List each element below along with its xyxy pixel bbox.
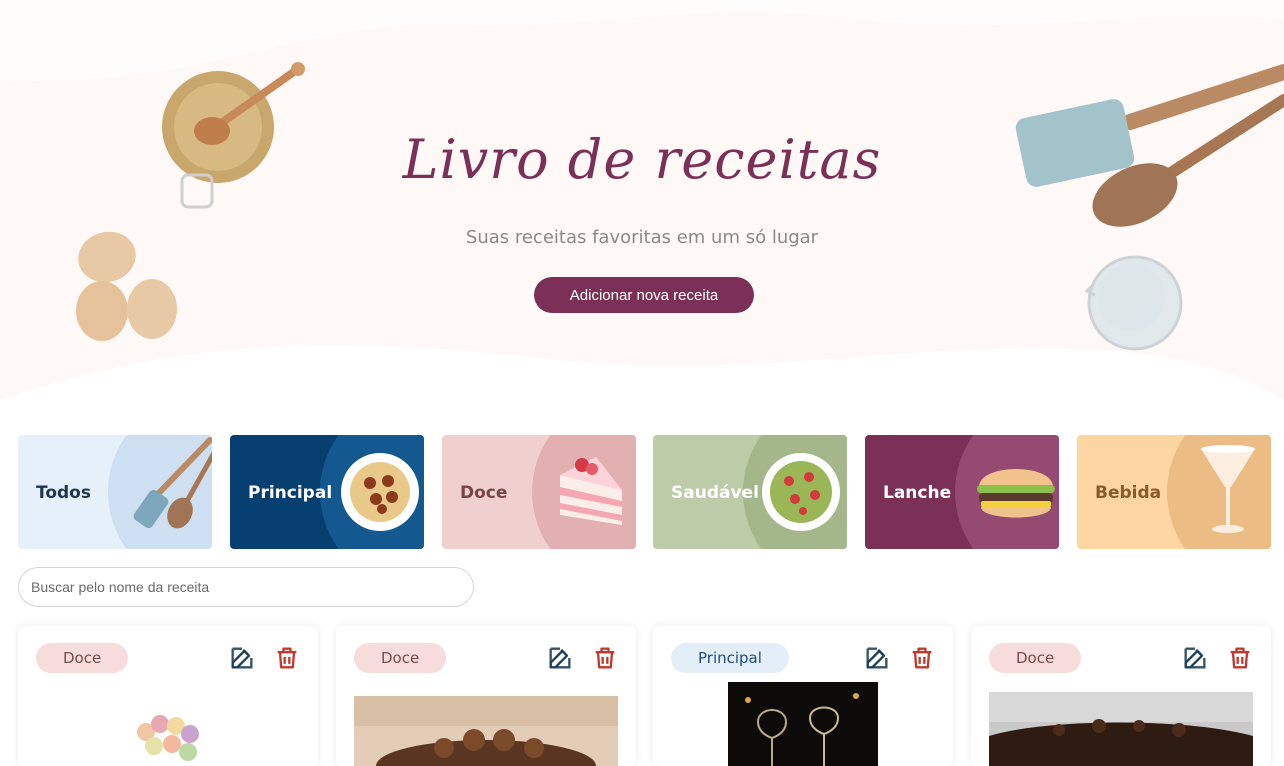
recipe-photo bbox=[354, 696, 618, 766]
recipe-card[interactable]: Doce bbox=[336, 626, 636, 766]
page-title: Livro de receitas bbox=[402, 128, 882, 191]
category-badge: Doce bbox=[36, 643, 129, 673]
page-subtitle: Suas receitas favoritas em um só lugar bbox=[465, 227, 819, 248]
category-label: Lanche bbox=[883, 483, 952, 503]
category-filter-list: Todos Principal Doce Saudável Lanche Beb… bbox=[18, 435, 1271, 549]
cocktail-icon bbox=[1201, 445, 1255, 533]
edit-icon[interactable] bbox=[228, 644, 256, 672]
search-input[interactable] bbox=[18, 567, 474, 607]
category-card-todos[interactable]: Todos bbox=[18, 435, 212, 549]
category-card-doce[interactable]: Doce bbox=[442, 435, 636, 549]
recipe-card[interactable]: Principal bbox=[653, 626, 953, 766]
recipe-card[interactable]: Doce bbox=[18, 626, 318, 766]
category-card-saudavel[interactable]: Saudável bbox=[653, 435, 847, 549]
category-card-lanche[interactable]: Lanche bbox=[865, 435, 1059, 549]
glass-bowl-icon bbox=[1085, 255, 1183, 351]
recipe-card-list: Doce Doce Principal Doce bbox=[18, 626, 1271, 766]
category-card-principal[interactable]: Principal bbox=[230, 435, 424, 549]
burger-icon bbox=[977, 469, 1055, 518]
category-label: Todos bbox=[36, 483, 91, 503]
recipe-photo bbox=[728, 682, 878, 766]
recipe-photo bbox=[989, 692, 1253, 766]
category-label: Bebida bbox=[1095, 483, 1162, 503]
edit-icon[interactable] bbox=[1181, 644, 1209, 672]
recipe-photo bbox=[118, 696, 228, 766]
category-badge: Principal bbox=[671, 643, 789, 673]
trash-icon[interactable] bbox=[273, 644, 301, 672]
category-badge: Doce bbox=[989, 643, 1082, 673]
trash-icon[interactable] bbox=[1226, 644, 1254, 672]
category-card-bebida[interactable]: Bebida bbox=[1077, 435, 1271, 549]
category-label: Doce bbox=[460, 483, 508, 503]
edit-icon[interactable] bbox=[546, 644, 574, 672]
category-badge: Doce bbox=[354, 643, 447, 673]
trash-icon[interactable] bbox=[908, 644, 936, 672]
category-label: Saudável bbox=[671, 483, 759, 503]
cake-slice-icon bbox=[560, 457, 622, 525]
edit-icon[interactable] bbox=[863, 644, 891, 672]
add-recipe-button[interactable]: Adicionar nova receita bbox=[534, 277, 754, 313]
category-label: Principal bbox=[248, 483, 333, 503]
spaghetti-icon bbox=[341, 453, 419, 531]
hero-banner: Livro de receitas Suas receitas favorita… bbox=[0, 0, 1284, 430]
trash-icon[interactable] bbox=[591, 644, 619, 672]
spatula-spoon-icon bbox=[133, 437, 212, 529]
salad-icon bbox=[762, 453, 840, 531]
recipe-card[interactable]: Doce bbox=[971, 626, 1271, 766]
